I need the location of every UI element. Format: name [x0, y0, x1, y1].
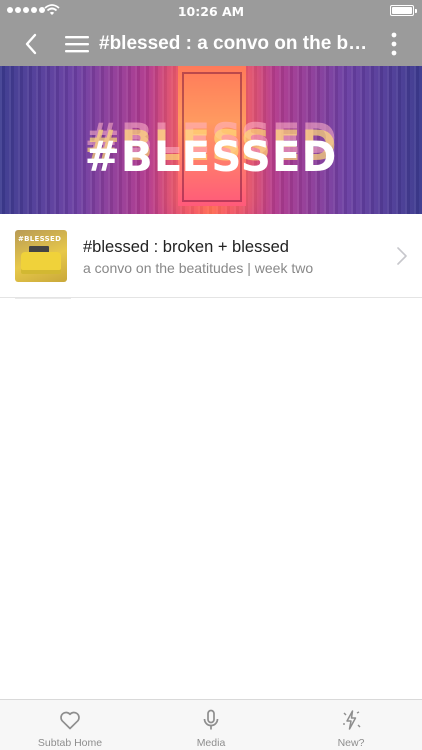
chevron-right-icon	[397, 247, 407, 265]
back-chevron-icon[interactable]	[18, 30, 46, 58]
nav-bar: #blessed : a convo on the beatitudes	[0, 22, 422, 66]
tab-new[interactable]: New?	[281, 700, 421, 750]
tab-subtab-home[interactable]: Subtab Home	[0, 700, 140, 750]
tab-media[interactable]: Media	[141, 700, 281, 750]
thumbnail-chair	[21, 252, 61, 274]
tab-label: Subtab Home	[37, 737, 103, 749]
status-time: 10:26 AM	[177, 4, 245, 19]
thumbnail-text: #BLESSED	[18, 235, 62, 243]
hero-text: #BLESSED	[84, 132, 338, 181]
hero-banner: #BLESSED #BLESSED #BLESSED	[0, 66, 422, 214]
battery-icon	[390, 5, 417, 16]
tab-label: Media	[196, 737, 226, 749]
item-title: #blessed : broken + blessed	[83, 238, 289, 256]
tab-bar: Subtab Home Media New?	[0, 699, 422, 750]
hamburger-menu-icon[interactable]	[64, 32, 90, 56]
item-thumbnail: #BLESSED	[15, 230, 67, 282]
tab-label: New?	[337, 737, 365, 749]
microphone-icon	[203, 709, 219, 730]
status-bar: 10:26 AM	[0, 0, 422, 22]
item-subtitle: a convo on the beatitudes | week two	[83, 260, 314, 276]
divider	[15, 298, 71, 299]
sparkle-bolt-icon	[343, 710, 361, 730]
page-title: #blessed : a convo on the beatitudes	[99, 33, 369, 54]
heart-icon	[60, 711, 80, 730]
more-vertical-icon[interactable]	[388, 30, 400, 58]
list-item[interactable]: #BLESSED #blessed : broken + blessed a c…	[0, 214, 422, 298]
